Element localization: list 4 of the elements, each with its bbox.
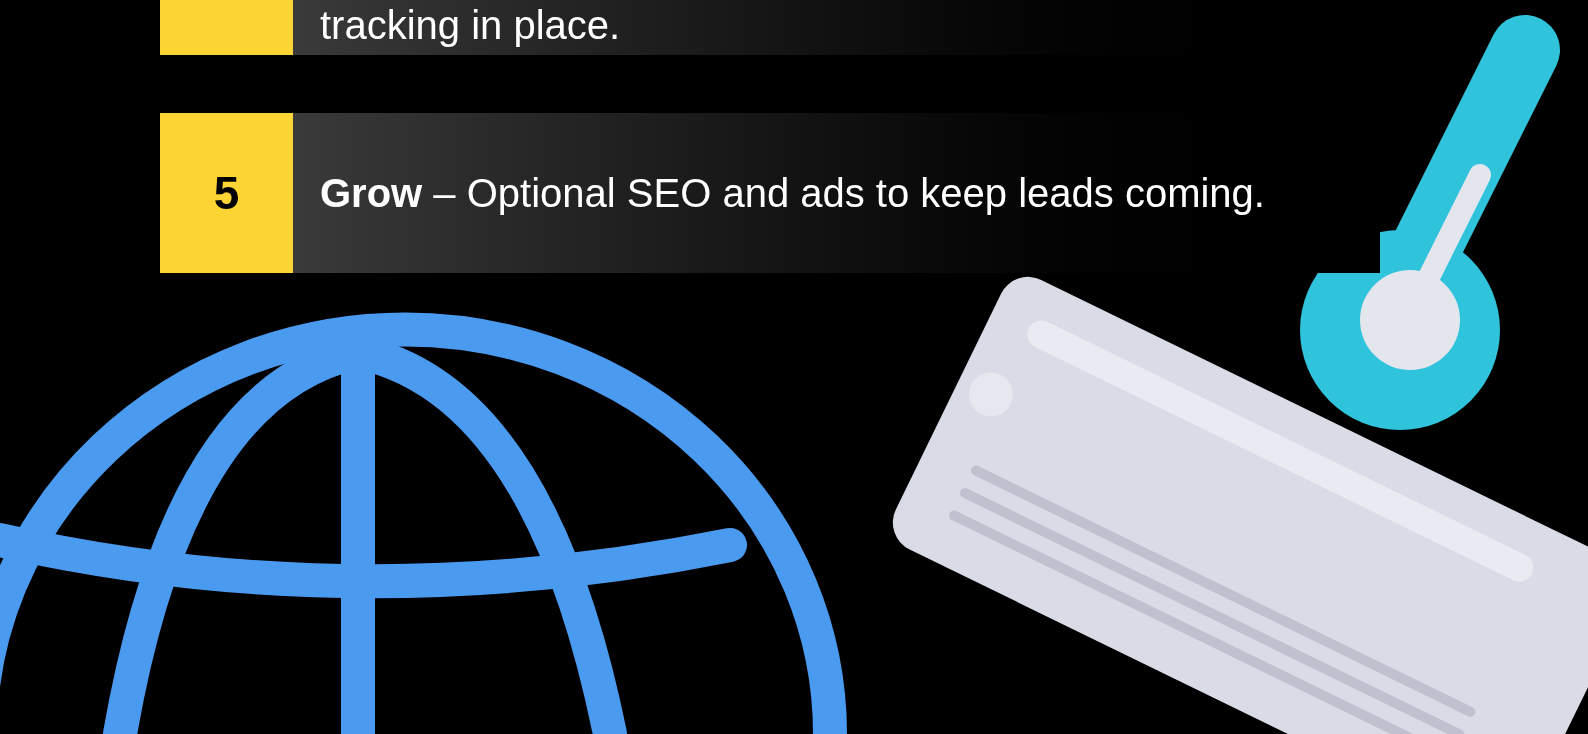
step-text: Grow – Optional SEO and ads to keep leads coming.	[320, 170, 1265, 217]
step-text: tracking in place.	[320, 2, 621, 49]
thermometer-icon	[1300, 15, 1560, 430]
step-number: 5	[160, 113, 293, 273]
